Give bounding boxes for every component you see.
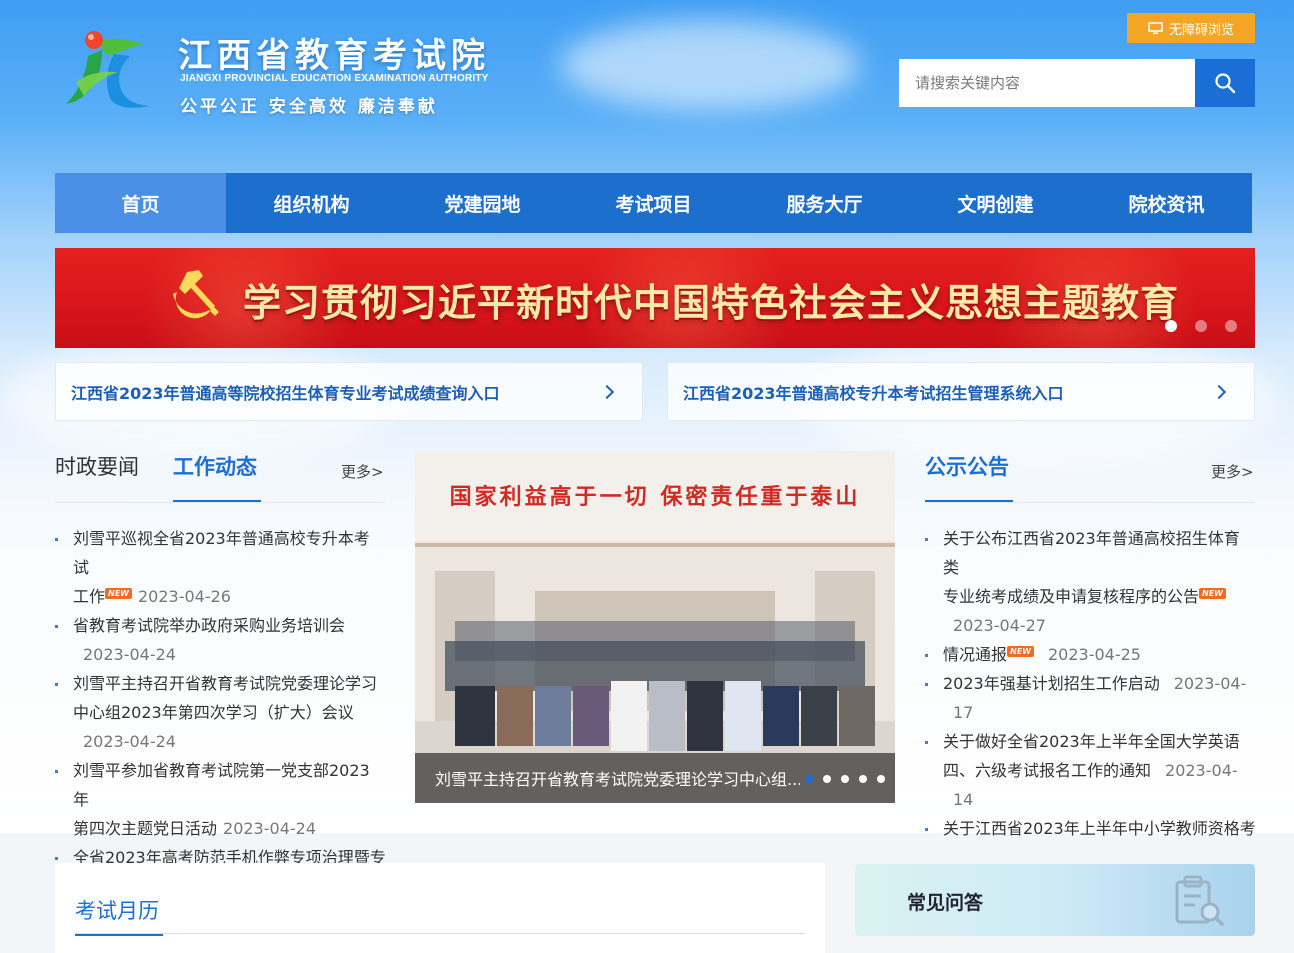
- news-title: 第四次主题党日活动: [73, 819, 218, 838]
- accessibility-button[interactable]: 无障碍浏览: [1127, 13, 1255, 43]
- divider: [55, 502, 385, 503]
- announcement-title: 关于公布江西省2023年普通高校招生体育类: [943, 529, 1240, 577]
- announcement-date: 17: [953, 703, 974, 722]
- announcement-date: 2023-04-27: [953, 616, 1046, 635]
- quick-link-label: 江西省2023年普通高校专升本考试招生管理系统入口: [683, 383, 1064, 403]
- new-badge: NEW: [1007, 646, 1034, 657]
- search-icon: [1215, 73, 1236, 94]
- nav-item-civilization[interactable]: 文明创建: [910, 173, 1081, 233]
- news-list: 刘雪平巡视全省2023年普通高校专升本考试 工作 NEW 2023-04-26 省教…: [55, 524, 385, 872]
- news-date: 2023-04-24: [223, 819, 316, 838]
- tab-politics-news[interactable]: 时政要闻: [55, 451, 139, 503]
- people-group: [445, 621, 875, 751]
- nav-item-home[interactable]: 首页: [55, 173, 226, 233]
- announcement-date: 2023-04-: [1173, 674, 1247, 693]
- exam-calendar-title[interactable]: 考试月历: [75, 895, 163, 936]
- announcement-title: 专业统考成绩及申请复核程序的公告: [943, 587, 1200, 606]
- exam-calendar-panel: 考试月历: [55, 863, 825, 953]
- announcement-date: 2023-04-25: [1048, 645, 1141, 664]
- announcement-date: 14: [953, 790, 974, 809]
- nav-item-organization[interactable]: 组织机构: [226, 173, 397, 233]
- cloud-decoration: [560, 20, 860, 110]
- faq-card[interactable]: 常见问答: [855, 864, 1255, 936]
- site-slogan: 公平公正 安全高效 廉洁奉献: [180, 97, 438, 117]
- photo-pagination: [805, 775, 885, 783]
- announcement-title: 情况通报: [943, 645, 1008, 664]
- announcement-title: 四、六级考试报名工作的通知: [943, 761, 1152, 780]
- news-title: 刘雪平主持召开省教育考试院党委理论学习: [73, 674, 378, 693]
- new-badge: NEW: [105, 588, 132, 599]
- accessibility-label: 无障碍浏览: [1168, 22, 1234, 38]
- news-date: 2023-04-24: [83, 645, 176, 664]
- list-item[interactable]: 刘雪平主持召开省教育考试院党委理论学习 中心组2023年第四次学习（扩大）会议 …: [55, 669, 385, 756]
- list-item[interactable]: 情况通报 NEW 2023-04-25: [925, 640, 1255, 669]
- document-search-icon: [1175, 875, 1224, 926]
- news-title: 工作: [73, 587, 106, 606]
- news-title: 中心组2023年第四次学习（扩大）会议: [73, 703, 354, 722]
- new-badge: NEW: [1199, 588, 1226, 599]
- list-item[interactable]: 刘雪平参加省教育考试院第一党支部2023年 第四次主题党日活动 2023-04-2…: [55, 756, 385, 843]
- hammer-sickle-icon: [173, 270, 219, 319]
- photo-sign-text: 国家利益高于一切 保密责任重于泰山: [449, 485, 861, 510]
- announcement-date: 2023-04-: [1165, 761, 1238, 780]
- divider: [75, 933, 805, 934]
- news-more-link[interactable]: 更多>: [341, 461, 384, 482]
- nav-item-party-building[interactable]: 党建园地: [397, 173, 568, 233]
- photo-dot[interactable]: [805, 775, 813, 783]
- quick-link-upgrade-exam[interactable]: 江西省2023年普通高校专升本考试招生管理系统入口: [667, 362, 1255, 421]
- quick-link-label: 江西省2023年普通高等院校招生体育专业考试成绩查询入口: [71, 383, 500, 403]
- tab-announcements[interactable]: 公示公告: [925, 451, 1013, 503]
- banner-dot[interactable]: [1225, 320, 1237, 332]
- banner-pagination: [1165, 320, 1237, 332]
- list-item[interactable]: 关于做好全省2023年上半年全国大学英语 四、六级考试报名工作的通知 2023-0…: [925, 727, 1255, 814]
- quick-link-pe-score[interactable]: 江西省2023年普通高等院校招生体育专业考试成绩查询入口: [55, 362, 643, 421]
- announcement-title: 关于做好全省2023年上半年全国大学英语: [943, 732, 1240, 751]
- list-item[interactable]: 省教育考试院举办政府采购业务培训会 2023-04-24: [55, 611, 385, 669]
- faq-title: 常见问答: [907, 892, 984, 914]
- theme-banner[interactable]: 学习贯彻习近平新时代中国特色社会主义思想主题教育: [55, 248, 1255, 348]
- news-photo-carousel[interactable]: 国家利益高于一切 保密责任重于泰山 刘雪平主持召开省教育考试院党委理论学习中心组…: [415, 451, 895, 803]
- nav-item-service-hall[interactable]: 服务大厅: [739, 173, 910, 233]
- banner-dot[interactable]: [1165, 320, 1177, 332]
- news-date: 2023-04-26: [138, 587, 231, 606]
- list-item[interactable]: 2023年强基计划招生工作启动 2023-04- 17: [925, 669, 1255, 727]
- banner-text: 学习贯彻习近平新时代中国特色社会主义思想主题教育: [243, 281, 1180, 325]
- site-logo[interactable]: [58, 26, 158, 116]
- chevron-right-icon: [599, 384, 615, 399]
- search-input[interactable]: [899, 59, 1195, 107]
- nav-item-college-news[interactable]: 院校资讯: [1081, 173, 1252, 233]
- site-title: 江西省教育考试院: [178, 36, 490, 76]
- photo-dot[interactable]: [859, 775, 867, 783]
- photo-dot[interactable]: [841, 775, 849, 783]
- chevron-right-icon: [1211, 384, 1227, 399]
- announcements-list: 关于公布江西省2023年普通高校招生体育类 专业统考成绩及申请复核程序的公告 NE…: [925, 524, 1255, 843]
- news-title: 刘雪平参加省教育考试院第一党支部2023年: [73, 761, 370, 809]
- list-item[interactable]: 关于江西省2023年上半年中小学教师资格考·: [925, 814, 1255, 843]
- banner-dot[interactable]: [1195, 320, 1207, 332]
- site-title-english: JIANGXI PROVINCIAL EDUCATION EXAMINATION…: [180, 73, 489, 84]
- list-item[interactable]: 刘雪平巡视全省2023年普通高校专升本考试 工作 NEW 2023-04-26: [55, 524, 385, 611]
- announcement-title: 2023年强基计划招生工作启动: [943, 674, 1160, 693]
- news-title: 刘雪平巡视全省2023年普通高校专升本考试: [73, 529, 370, 577]
- news-date: 2023-04-24: [83, 732, 176, 751]
- monitor-icon: [1148, 21, 1163, 34]
- announcements-more-link[interactable]: 更多>: [1211, 461, 1254, 482]
- photo-dot[interactable]: [823, 775, 831, 783]
- nav-item-exam-projects[interactable]: 考试项目: [568, 173, 739, 233]
- tab-work-news[interactable]: 工作动态: [173, 451, 261, 503]
- photo-caption-text: 刘雪平主持召开省教育考试院党委理论学习中心组...: [435, 770, 800, 789]
- divider: [925, 502, 1255, 503]
- list-item[interactable]: 关于公布江西省2023年普通高校招生体育类 专业统考成绩及申请复核程序的公告 NE…: [925, 524, 1255, 640]
- news-tabs: 时政要闻 工作动态: [55, 451, 385, 503]
- search-button[interactable]: [1195, 59, 1255, 107]
- announcement-title: 关于江西省2023年上半年中小学教师资格考·: [943, 819, 1255, 838]
- news-title: 省教育考试院举办政府采购业务培训会: [73, 616, 346, 635]
- main-nav: 首页 组织机构 党建园地 考试项目 服务大厅 文明创建 院校资讯: [55, 173, 1252, 233]
- photo-dot[interactable]: [877, 775, 885, 783]
